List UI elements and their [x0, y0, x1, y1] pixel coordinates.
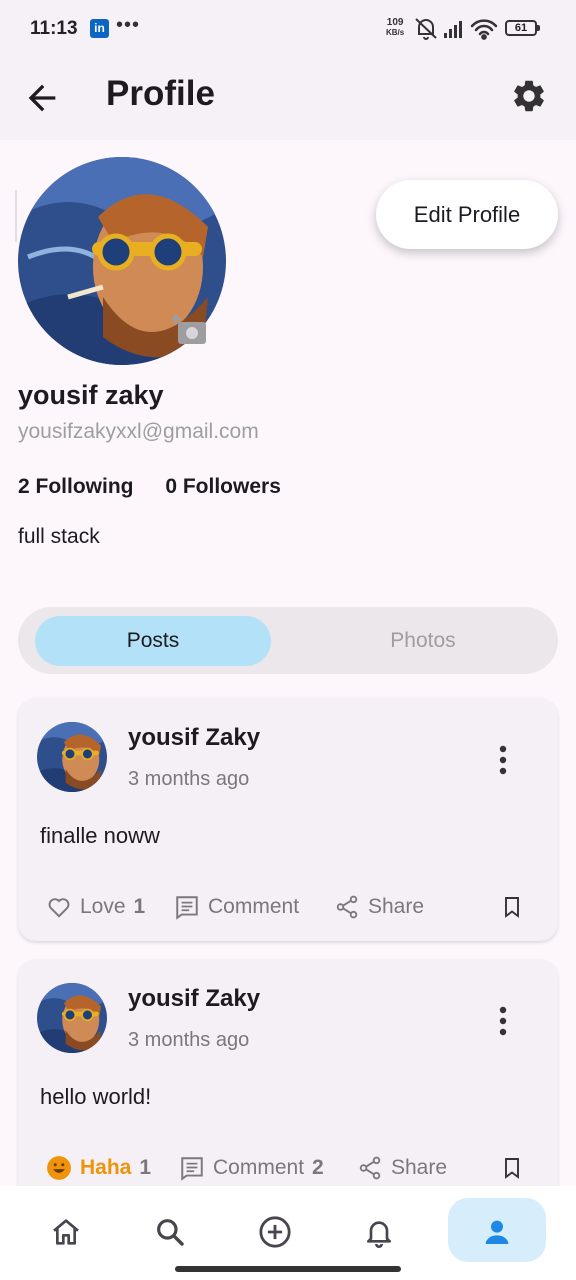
haha-button[interactable]: Haha 1 — [46, 1151, 151, 1185]
more-notifications-icon: ••• — [116, 14, 141, 36]
comment-label: Comment — [213, 1156, 305, 1179]
following-count[interactable]: 2 Following — [18, 475, 134, 498]
heart-outline-icon — [48, 898, 70, 918]
share-button[interactable]: Share — [334, 890, 424, 924]
post-author-name[interactable]: yousif Zaky — [128, 724, 260, 752]
post-body: hello world! — [40, 1084, 152, 1109]
bell-icon — [367, 1221, 391, 1248]
followers-count[interactable]: 0 Followers — [165, 475, 281, 498]
reaction-label: Love — [80, 895, 126, 918]
network-speed-unit: KB/s — [386, 28, 405, 37]
post-timestamp: 3 months ago — [128, 1029, 250, 1051]
post-actions: Love 1 Comment Share — [46, 890, 538, 924]
battery-icon: 61 — [505, 20, 540, 36]
gear-icon — [514, 80, 544, 112]
reaction-count: 1 — [133, 895, 146, 918]
nav-notifications[interactable] — [349, 1202, 409, 1262]
status-bar: 11:13 in ••• 109 KB/s 61 — [0, 0, 576, 58]
add-camera-icon — [171, 314, 206, 344]
settings-button[interactable] — [510, 77, 550, 117]
comment-button[interactable]: Comment 2 — [179, 1151, 324, 1185]
haha-emoji-icon — [47, 1156, 71, 1180]
comment-count: 2 — [312, 1156, 324, 1179]
status-icons — [415, 18, 498, 40]
divider — [15, 190, 17, 242]
home-indicator[interactable] — [175, 1266, 401, 1272]
share-label: Share — [368, 895, 425, 918]
share-icon — [336, 895, 358, 919]
comment-button[interactable]: Comment — [174, 890, 299, 924]
profile-email: yousifzakyxxl@gmail.com — [18, 420, 259, 443]
share-button[interactable]: Share — [357, 1151, 447, 1185]
nav-create-post[interactable] — [245, 1202, 305, 1262]
post-timestamp: 3 months ago — [128, 768, 250, 790]
arrow-back-icon — [28, 84, 56, 112]
bookmark-button[interactable] — [500, 890, 532, 924]
comment-icon — [176, 896, 198, 920]
avatar-image — [37, 722, 107, 792]
status-time: 11:13 — [30, 18, 78, 39]
nav-home[interactable] — [36, 1202, 96, 1262]
page-title: Profile — [106, 74, 215, 113]
profile-tabs: Posts Photos — [18, 607, 558, 674]
change-photo-button[interactable] — [171, 312, 208, 346]
tab-photos[interactable]: Photos — [305, 616, 541, 666]
wifi-icon — [470, 19, 498, 40]
comment-label: Comment — [208, 895, 300, 918]
profile-bio: full stack — [18, 525, 100, 548]
more-vert-icon — [499, 1006, 507, 1036]
profile-name: yousif zaky — [18, 380, 164, 410]
back-button[interactable] — [22, 78, 62, 118]
add-circle-icon — [259, 1216, 291, 1248]
post-body: finalle noww — [40, 823, 160, 848]
signal-icon — [444, 21, 462, 38]
post-card: yousif Zaky 3 months ago finalle noww Lo… — [18, 698, 558, 941]
post-author-avatar[interactable] — [37, 722, 107, 792]
share-label: Share — [391, 1156, 448, 1179]
bookmark-icon — [505, 1158, 519, 1179]
reaction-count: 1 — [139, 1156, 152, 1179]
network-speed: 109 KB/s — [386, 18, 404, 38]
tab-posts[interactable]: Posts — [35, 616, 271, 666]
post-menu-button[interactable] — [490, 1003, 516, 1039]
linkedin-notification-icon: in — [90, 19, 109, 38]
mute-bell-icon — [415, 18, 437, 40]
edit-profile-button[interactable]: Edit Profile — [376, 180, 558, 249]
network-speed-value: 109 — [386, 17, 404, 28]
more-vert-icon — [499, 745, 507, 775]
post-author-avatar[interactable] — [37, 983, 107, 1053]
post-menu-button[interactable] — [490, 742, 516, 778]
follow-stats: 2 Following 0 Followers — [18, 475, 307, 499]
post-author-name[interactable]: yousif Zaky — [128, 985, 260, 1013]
nav-search[interactable] — [140, 1202, 200, 1262]
bookmark-icon — [505, 897, 519, 918]
reaction-label: Haha — [80, 1156, 132, 1179]
search-icon — [157, 1219, 184, 1246]
comment-icon — [181, 1157, 203, 1181]
bookmark-button[interactable] — [500, 1151, 532, 1185]
person-icon — [485, 1220, 509, 1244]
love-button[interactable]: Love 1 — [46, 890, 145, 924]
post-actions: Haha 1 Comment 2 Share — [46, 1151, 538, 1185]
nav-profile[interactable] — [467, 1202, 527, 1262]
share-icon — [359, 1156, 381, 1180]
app-bar: Profile — [0, 58, 576, 140]
avatar-image — [37, 983, 107, 1053]
post-card: yousif Zaky 3 months ago hello world! Ha… — [18, 959, 558, 1202]
home-icon — [53, 1219, 79, 1245]
